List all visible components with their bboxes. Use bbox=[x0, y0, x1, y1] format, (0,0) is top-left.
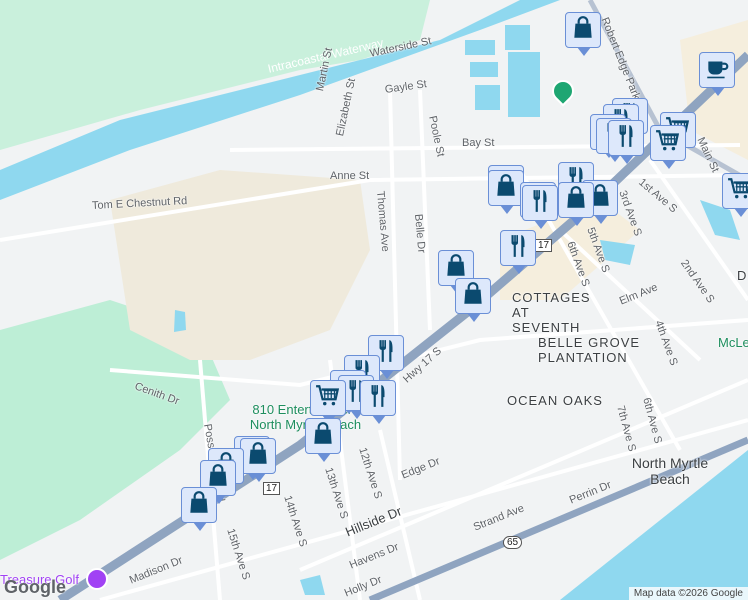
label-area-belle-grove: BELLE GROVE PLANTATION bbox=[538, 335, 641, 365]
shopping-bag-icon bbox=[310, 421, 336, 452]
label-area-ocean-oaks: OCEAN OAKS bbox=[507, 393, 603, 408]
us17-shield: 17 bbox=[535, 239, 553, 252]
camera-icon[interactable] bbox=[86, 568, 108, 590]
shopping-bag-icon bbox=[186, 490, 212, 521]
shopping-bag-icon bbox=[570, 15, 596, 46]
shopping-marker[interactable] bbox=[558, 182, 594, 226]
label-poi: McLe bbox=[718, 335, 748, 350]
label-area-cottages: COTTAGES AT SEVENTH bbox=[512, 290, 591, 335]
restaurant-marker[interactable] bbox=[608, 120, 644, 164]
shopping-marker[interactable] bbox=[240, 438, 276, 482]
map-attribution[interactable]: Map data ©2026 Google bbox=[628, 587, 748, 600]
fork-knife-icon bbox=[505, 233, 531, 264]
label-street: Anne St bbox=[330, 170, 370, 182]
cafe-marker[interactable] bbox=[699, 52, 735, 96]
label-street: Bay St bbox=[462, 137, 495, 149]
shopping-cart-icon bbox=[655, 128, 681, 159]
route65-shield: 65 bbox=[503, 536, 523, 549]
shopping-marker[interactable] bbox=[305, 418, 341, 462]
shopping-bag-icon bbox=[493, 173, 519, 204]
shopping-cart-icon bbox=[315, 383, 341, 414]
shopping-cart-icon bbox=[727, 176, 748, 207]
grocery-marker[interactable] bbox=[722, 173, 748, 217]
label-area: D bbox=[737, 268, 748, 283]
label-city: North Myrtle Beach bbox=[631, 455, 709, 487]
fork-knife-icon bbox=[613, 123, 639, 154]
shopping-marker[interactable] bbox=[488, 170, 524, 214]
shopping-marker[interactable] bbox=[455, 278, 491, 322]
shopping-marker[interactable] bbox=[181, 487, 217, 531]
shopping-bag-icon bbox=[460, 281, 486, 312]
grocery-marker[interactable] bbox=[310, 380, 346, 424]
coffee-cup-icon bbox=[704, 55, 730, 86]
restaurant-marker[interactable] bbox=[500, 230, 536, 274]
us17-shield: 17 bbox=[263, 482, 281, 495]
shopping-bag-icon bbox=[245, 441, 271, 472]
shopping-bag-icon bbox=[563, 185, 589, 216]
restaurant-marker[interactable] bbox=[360, 380, 396, 424]
fork-knife-icon bbox=[527, 188, 553, 219]
fork-knife-icon bbox=[365, 383, 391, 414]
restaurant-marker[interactable] bbox=[522, 185, 558, 229]
shopping-marker[interactable] bbox=[565, 12, 601, 56]
google-logo: Google bbox=[4, 577, 66, 597]
grocery-marker[interactable] bbox=[650, 125, 686, 169]
